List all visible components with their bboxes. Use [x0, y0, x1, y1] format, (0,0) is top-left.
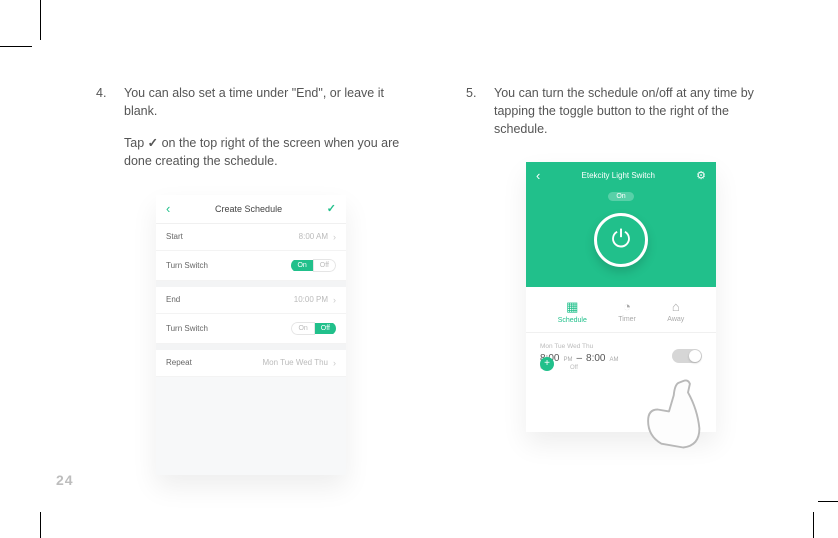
tab-label: Timer	[618, 316, 636, 323]
device-title: Etekcity Light Switch	[582, 171, 655, 180]
row-label: Repeat	[166, 358, 192, 367]
page-number: 24	[56, 472, 74, 488]
row-label: Turn Switch	[166, 261, 208, 270]
tab-away[interactable]: ⌂ Away	[667, 299, 684, 324]
confirm-check-icon[interactable]: ✓	[327, 202, 336, 215]
timer-icon: ◔	[618, 299, 636, 314]
row-value: 10:00 PM ›	[294, 295, 336, 305]
step-4-line1: You can also set a time under "End", or …	[124, 84, 406, 120]
ampm: AM	[610, 357, 619, 363]
state-pill: On	[608, 192, 633, 201]
row-start[interactable]: Start 8:00 AM ›	[156, 224, 346, 251]
row-turn-switch-end: Turn Switch OnOff	[156, 314, 346, 344]
crop-mark	[818, 501, 838, 502]
screen-title: Create Schedule	[215, 204, 282, 214]
back-icon[interactable]: ‹	[536, 169, 540, 182]
device-titlebar: ‹ Etekcity Light Switch ⚙	[526, 162, 716, 182]
row-end[interactable]: End 10:00 PM ›	[156, 287, 346, 314]
step-5-column: 5. You can turn the schedule on/off at a…	[466, 84, 776, 475]
tab-timer[interactable]: ◔ Timer	[618, 299, 636, 324]
row-repeat[interactable]: Repeat Mon Tue Wed Thu ›	[156, 350, 346, 377]
power-button[interactable]: ⏻	[594, 213, 648, 267]
phone-device-dashboard: ‹ Etekcity Light Switch ⚙ On ⏻ ▦ Schedule…	[526, 162, 716, 432]
tab-schedule[interactable]: ▦ Schedule	[558, 299, 587, 324]
row-label: Start	[166, 232, 183, 241]
row-value: 8:00 AM ›	[299, 232, 336, 242]
device-tabs: ▦ Schedule ◔ Timer ⌂ Away	[526, 287, 716, 333]
chevron-right-icon: ›	[333, 358, 336, 368]
step-5: 5. You can turn the schedule on/off at a…	[466, 84, 776, 152]
crop-mark	[40, 0, 41, 40]
pointing-hand-illustration	[631, 362, 726, 462]
row-label: End	[166, 295, 180, 304]
sub-off: Off	[570, 365, 578, 371]
tab-label: Schedule	[558, 317, 587, 324]
screen-header: ‹ Create Schedule ✓	[156, 195, 346, 224]
chevron-right-icon: ›	[333, 232, 336, 242]
pill-on[interactable]: On	[291, 260, 312, 271]
back-icon[interactable]: ‹	[166, 202, 170, 215]
power-icon: ⏻	[612, 228, 631, 252]
away-icon: ⌂	[667, 299, 684, 314]
chevron-right-icon: ›	[333, 295, 336, 305]
tab-label: Away	[667, 316, 684, 323]
dash: –	[576, 353, 582, 364]
page-content: 4. You can also set a time under "End", …	[40, 0, 838, 505]
pill-on[interactable]: On	[291, 322, 314, 335]
crop-mark	[813, 512, 814, 538]
text: 8:00 AM	[299, 232, 328, 241]
check-icon-inline: ✓	[148, 134, 158, 152]
crop-mark	[0, 46, 32, 47]
step-body: You can also set a time under "End", or …	[124, 84, 406, 185]
text: 10:00 PM	[294, 295, 328, 304]
pill-off[interactable]: Off	[313, 259, 336, 272]
text: Mon Tue Wed Thu	[262, 358, 328, 367]
ampm: PM	[563, 357, 572, 363]
phone-create-schedule: ‹ Create Schedule ✓ Start 8:00 AM › Turn …	[156, 195, 346, 475]
step-5-line1: You can turn the schedule on/off at any …	[494, 84, 776, 138]
step-number: 4.	[96, 84, 110, 185]
pill-off[interactable]: Off	[315, 323, 336, 334]
calendar-icon: ▦	[558, 299, 587, 315]
on-off-pill[interactable]: OnOff	[291, 322, 336, 335]
row-value: Mon Tue Wed Thu ›	[262, 358, 336, 368]
time-end: 8:00	[586, 353, 605, 364]
device-state: On	[526, 185, 716, 203]
step-body: You can turn the schedule on/off at any …	[494, 84, 776, 152]
gear-icon[interactable]: ⚙	[696, 169, 706, 182]
step-4-line2: Tap ✓ on the top right of the screen whe…	[124, 134, 406, 170]
text: on the top right of the screen when you …	[124, 136, 399, 168]
schedule-toggle[interactable]	[672, 349, 702, 363]
crop-mark	[40, 512, 41, 538]
step-number: 5.	[466, 84, 480, 152]
text: Tap	[124, 136, 148, 150]
row-label: Turn Switch	[166, 324, 208, 333]
device-header-panel: ‹ Etekcity Light Switch ⚙ On ⏻	[526, 162, 716, 287]
step-4-column: 4. You can also set a time under "End", …	[96, 84, 406, 475]
on-off-pill[interactable]: OnOff	[291, 259, 336, 272]
step-4: 4. You can also set a time under "End", …	[96, 84, 406, 185]
row-turn-switch-start: Turn Switch OnOff	[156, 251, 346, 281]
